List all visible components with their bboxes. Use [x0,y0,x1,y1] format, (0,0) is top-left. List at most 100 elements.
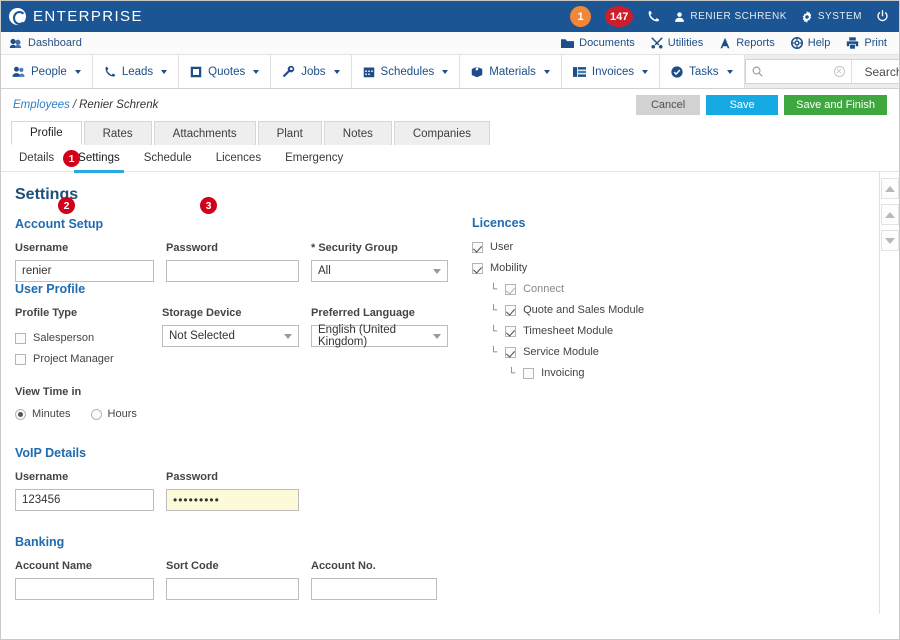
marker-3: 3 [200,197,217,214]
account-no-input[interactable] [311,578,437,600]
calendar-icon [363,66,375,78]
save-button[interactable]: Save [706,95,779,115]
licence-quote-sales-row[interactable]: └ Quote and Sales Module [490,304,644,316]
dashboard-link[interactable]: Dashboard [9,37,82,49]
chevron-down-icon [726,69,733,74]
hours-label: Hours [107,408,137,420]
voip-username-label: Username [15,471,69,483]
subtab-emergency[interactable]: Emergency [285,145,343,172]
voip-password-label: Password [166,471,218,483]
licence-invoicing-checkbox[interactable] [523,367,535,379]
scroll-rail [879,172,899,614]
subtab-details[interactable]: Details [19,145,54,172]
salesperson-checkbox[interactable] [15,332,26,344]
breadcrumb-parent-link[interactable]: Employees [13,99,70,111]
page-title: Settings [15,186,79,203]
username-field-group: Username renier [15,242,154,282]
voip-password-input[interactable]: ••••••••• [166,489,299,511]
voip-heading: VoIP Details [15,446,87,460]
nav-jobs[interactable]: Jobs [271,55,352,88]
top-header-right: 1 147 RENIER SCHRENK SYSTEM [570,6,889,27]
print-label: Print [864,37,887,49]
phone-button[interactable] [647,10,660,23]
licence-invoicing-row[interactable]: └ Invoicing [508,367,644,379]
project-manager-checkbox-row[interactable]: Project Manager [15,353,150,365]
subtab-settings[interactable]: Settings [74,145,124,173]
nav-invoices-label: Invoices [591,65,635,78]
help-link[interactable]: Help [790,37,830,49]
tab-companies[interactable]: Companies [393,121,491,145]
nav-tasks[interactable]: Tasks [660,55,745,88]
system-menu[interactable]: SYSTEM [801,10,862,23]
storage-device-select[interactable]: Not Selected [162,325,299,347]
brand[interactable]: ENTERPRISE [9,8,143,25]
banking-heading: Banking [15,535,65,549]
nav-people[interactable]: People [1,55,93,88]
nav-leads[interactable]: Leads [92,55,180,88]
notification-badge[interactable]: 147 [605,6,634,27]
licence-user-checkbox[interactable] [472,241,483,253]
preferred-language-select[interactable]: English (United Kingdom) [311,324,448,348]
licence-connect-row[interactable]: └ Connect [490,283,644,295]
hours-radio-row[interactable]: Hours [90,408,137,420]
nav-schedules-label: Schedules [380,65,435,78]
tab-attachments[interactable]: Attachments [153,121,256,145]
scroll-down-button[interactable] [880,230,899,251]
account-name-label: Account Name [15,560,93,572]
wrench-icon [282,65,295,78]
search-icon [752,66,763,77]
print-link[interactable]: Print [846,37,887,49]
user-icon [674,11,685,23]
nav-invoices[interactable]: Invoices [561,55,661,88]
tab-profile[interactable]: Profile [11,121,82,145]
tab-plant[interactable]: Plant [257,121,322,145]
clear-icon[interactable]: ✕ [833,66,845,77]
nav-schedules[interactable]: Schedules [351,55,461,88]
reports-link[interactable]: Reports [719,37,775,49]
username-input[interactable]: renier [15,260,154,282]
subtab-schedule[interactable]: Schedule [144,145,192,172]
minutes-radio-row[interactable]: Minutes [15,408,71,420]
tab-rates[interactable]: Rates [83,121,152,145]
password-input[interactable] [166,260,299,282]
search-field[interactable]: ✕ [746,60,851,83]
salesperson-checkbox-row[interactable]: Salesperson [15,332,150,344]
user-menu[interactable]: RENIER SCHRENK [674,11,786,23]
account-name-input[interactable] [15,578,154,600]
search-input[interactable] [767,65,829,78]
search-button[interactable]: Search [850,60,899,83]
nav-quotes[interactable]: Quotes [179,55,272,88]
chevron-down-icon [253,69,260,74]
licence-service-checkbox[interactable] [505,346,517,358]
project-manager-checkbox[interactable] [15,353,26,365]
subtab-licences[interactable]: Licences [216,145,261,172]
hours-radio[interactable] [90,408,102,420]
account-no-label: Account No. [311,560,376,572]
utilities-link[interactable]: Utilities [650,37,703,49]
sort-code-input[interactable] [166,578,299,600]
settings-content: Settings Account Setup Username renier P… [1,172,899,614]
licence-timesheet-row[interactable]: └ Timesheet Module [490,325,644,337]
licence-service-row[interactable]: └ Service Module [490,346,644,358]
tab-notes[interactable]: Notes [323,121,392,145]
alert-badge[interactable]: 1 [570,6,592,27]
system-label: SYSTEM [817,11,862,22]
scroll-top-button[interactable] [880,178,899,199]
account-name-group: Account Name [15,560,154,600]
licence-quote-sales-checkbox[interactable] [505,304,517,316]
save-and-finish-button[interactable]: Save and Finish [784,95,887,115]
minutes-radio[interactable] [15,408,26,420]
logout-button[interactable] [876,10,889,23]
licence-user-row[interactable]: User [472,241,644,253]
cancel-button[interactable]: Cancel [636,95,701,115]
licence-mobility-checkbox[interactable] [472,262,483,274]
licence-timesheet-checkbox[interactable] [505,325,517,337]
document-icon [190,66,202,78]
licence-mobility-row[interactable]: Mobility [472,262,644,274]
licence-connect-checkbox[interactable] [505,283,517,295]
scroll-up-button[interactable] [880,204,899,225]
documents-link[interactable]: Documents [561,37,635,49]
voip-username-input[interactable]: 123456 [15,489,154,511]
security-group-select[interactable]: All [311,260,448,282]
nav-materials[interactable]: Materials [460,55,562,88]
